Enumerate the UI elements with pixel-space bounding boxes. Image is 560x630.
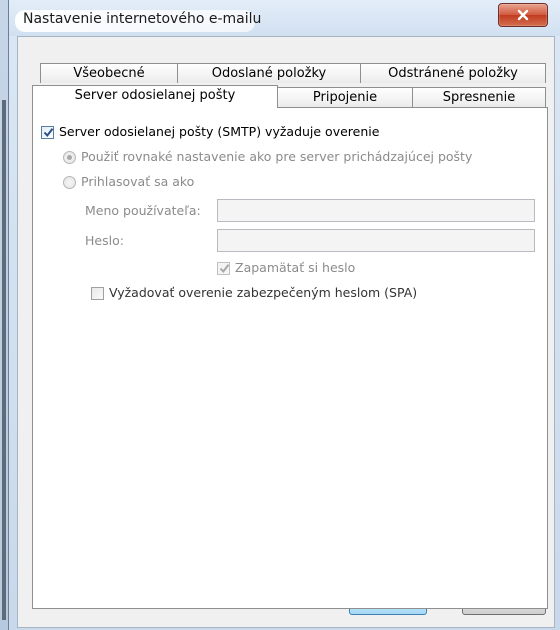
radio-selected-dot [67,155,72,160]
use-same-settings-radio[interactable] [63,151,76,164]
close-icon [517,9,529,21]
tab-odoslane-polozky[interactable]: Odoslané položky [177,63,361,83]
tab-label: Server odosielanej pošty [74,88,236,103]
password-label: Heslo: [85,233,124,248]
checkmark-icon [219,264,230,274]
smtp-auth-label: Server odosielanej pošty (SMTP) vyžaduje… [59,124,380,139]
use-same-settings-label: Použiť rovnaké nastavenie ako pre server… [81,149,473,164]
title-bar: Nastavenie internetového e-mailu [9,0,560,36]
dialog-window: Nastavenie internetového e-mailu Všeobec… [8,0,560,630]
close-button[interactable] [498,3,548,27]
username-input[interactable] [217,199,535,222]
tab-label: Odoslané položky [211,66,327,81]
tab-label: Spresnenie [442,90,516,105]
spa-checkbox[interactable] [91,287,104,300]
login-as-radio[interactable] [63,176,76,189]
tab-vseobecne[interactable]: Všeobecné [40,63,178,83]
remember-password-label: Zapamätať si heslo [235,260,356,275]
username-label: Meno používateľa: [85,203,201,218]
smtp-auth-checkbox[interactable] [41,126,54,139]
tab-label: Všeobecné [73,66,145,81]
tab-odstranene-polozky[interactable]: Odstránené položky [360,63,546,83]
remember-password-checkbox[interactable] [217,262,230,275]
password-input[interactable] [217,229,535,252]
checkmark-icon [43,128,54,138]
dialog-client-area: Všeobecné Odoslané položky Odstránené po… [17,36,555,628]
background-scroll-strip [2,100,6,620]
spa-label: Vyžadovať overenie zabezpečeným heslom (… [109,285,418,300]
tab-panel-outgoing-server: Server odosielanej pošty (SMTP) vyžaduje… [32,107,548,609]
login-as-label: Prihlasovať sa ako [81,174,195,189]
tab-server-odosielanej-posty[interactable]: Server odosielanej pošty [32,85,278,108]
tab-label: Odstránené položky [388,66,518,81]
tab-spresnenie[interactable]: Spresnenie [412,87,546,107]
window-title: Nastavenie internetového e-mailu [23,11,262,27]
tab-label: Pripojenie [312,90,378,105]
tab-pripojenie[interactable]: Pripojenie [277,87,413,107]
